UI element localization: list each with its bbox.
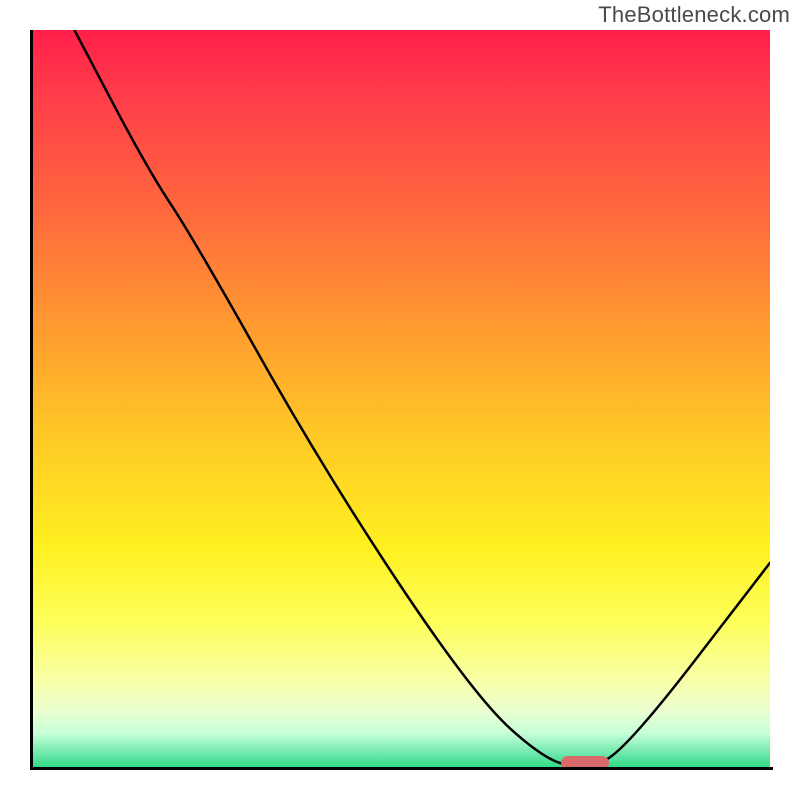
watermark-text: TheBottleneck.com [598,2,790,28]
x-axis [30,767,773,770]
plot-area [30,30,770,770]
y-axis [30,30,33,770]
chart-container: TheBottleneck.com [0,0,800,800]
bottleneck-curve [30,30,770,770]
